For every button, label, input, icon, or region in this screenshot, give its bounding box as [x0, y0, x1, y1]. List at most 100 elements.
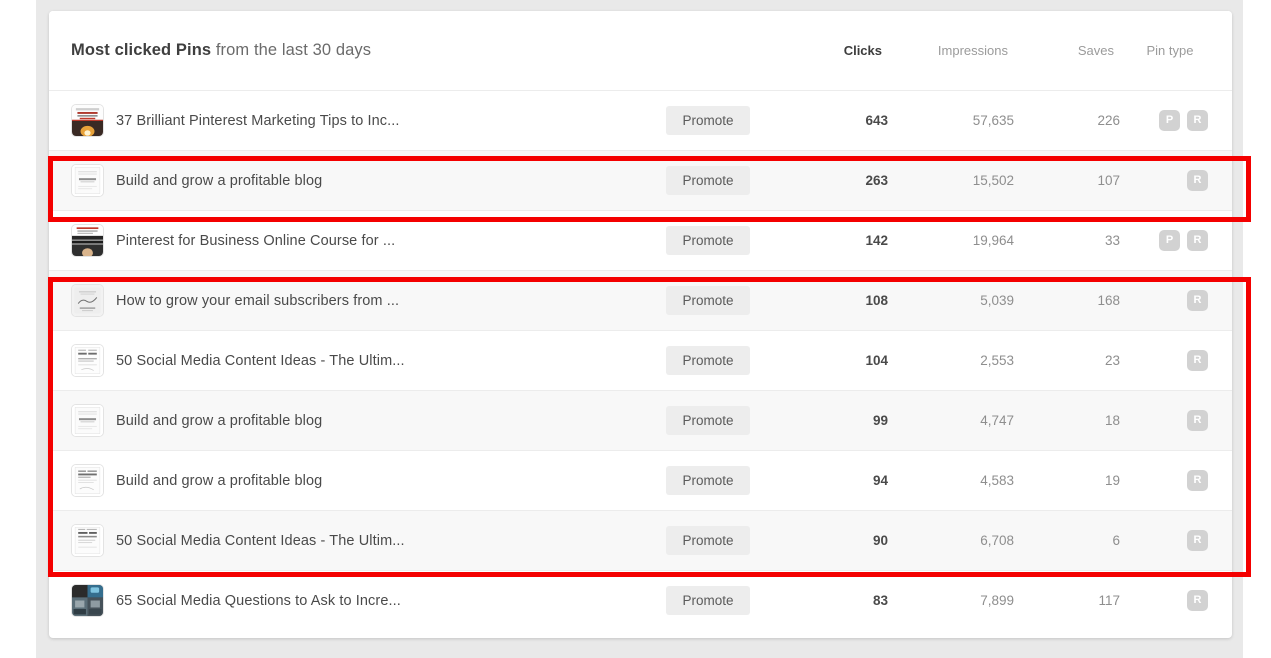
- pin-title[interactable]: Build and grow a profitable blog: [116, 173, 322, 189]
- table-row[interactable]: How to grow your email subscribers from …: [49, 270, 1232, 330]
- cell-clicks: 83: [872, 593, 888, 608]
- promote-cell: Promote: [646, 105, 770, 136]
- promote-cell: Promote: [646, 165, 770, 196]
- pin-thumbnail[interactable]: [71, 284, 104, 317]
- promote-button[interactable]: Promote: [666, 165, 750, 196]
- table-row[interactable]: 65 Social Media Questions to Ask to Incr…: [49, 570, 1232, 630]
- row-metrics: Promote 643 57,635 226 P R: [646, 105, 1232, 136]
- row-metrics: Promote 90 6,708 6 R: [646, 525, 1232, 556]
- pin-type-badge-rich: R: [1187, 170, 1208, 191]
- table-row[interactable]: Build and grow a profitable blog Promote 2…: [49, 150, 1232, 210]
- promote-button[interactable]: Promote: [666, 405, 750, 436]
- pin-thumbnail[interactable]: [71, 344, 104, 377]
- pin-title[interactable]: How to grow your email subscribers from …: [116, 293, 399, 309]
- pin-type-badge-rich: R: [1187, 530, 1208, 551]
- cell-clicks: 90: [872, 533, 888, 548]
- pin-title[interactable]: 50 Social Media Content Ideas - The Ulti…: [116, 533, 405, 549]
- cell-impressions: 4,583: [980, 473, 1014, 488]
- pin-list: 37 Brilliant Pinterest Marketing Tips to…: [49, 90, 1232, 630]
- column-header-impressions[interactable]: Impressions: [882, 43, 1008, 58]
- cell-pin-type: R: [1120, 290, 1232, 311]
- page-title: Most clicked Pins from the last 30 days: [71, 41, 371, 60]
- cell-saves: 18: [1104, 413, 1120, 428]
- promote-cell: Promote: [646, 405, 770, 436]
- table-row[interactable]: Build and grow a profitable blog Promote 9…: [49, 450, 1232, 510]
- cell-clicks: 643: [865, 113, 888, 128]
- promote-cell: Promote: [646, 585, 770, 616]
- most-clicked-pins-card: Most clicked Pins from the last 30 days …: [49, 11, 1232, 638]
- pin-thumbnail[interactable]: [71, 164, 104, 197]
- pin-thumbnail[interactable]: [71, 104, 104, 137]
- cell-pin-type: R: [1120, 530, 1232, 551]
- cell-saves: 117: [1098, 593, 1120, 608]
- cell-impressions: 19,964: [972, 233, 1014, 248]
- cell-saves: 107: [1097, 173, 1120, 188]
- cell-pin-type: PR: [1120, 110, 1232, 131]
- pin-title[interactable]: Build and grow a profitable blog: [116, 413, 322, 429]
- promote-cell: Promote: [646, 525, 770, 556]
- table-row[interactable]: Pinterest for Business Online Course for…: [49, 210, 1232, 270]
- page-title-light: from the last 30 days: [211, 41, 372, 59]
- cell-clicks: 94: [872, 473, 888, 488]
- cell-impressions: 57,635: [972, 113, 1014, 128]
- cell-pin-type: R: [1120, 410, 1232, 431]
- pin-type-badge-rich: R: [1187, 110, 1208, 131]
- row-metrics: Promote 104 2,553 23 R: [646, 345, 1232, 376]
- row-metrics: Promote 142 19,964 33 P R: [646, 225, 1232, 256]
- cell-saves: 23: [1104, 353, 1120, 368]
- pin-thumbnail[interactable]: [71, 224, 104, 257]
- card-header: Most clicked Pins from the last 30 days …: [49, 11, 1232, 90]
- pin-type-badge-rich: R: [1187, 290, 1208, 311]
- row-metrics: Promote 99 4,747 18 R: [646, 405, 1232, 436]
- pin-type-badge-rich: R: [1187, 350, 1208, 371]
- pin-type-badge-rich: R: [1187, 410, 1208, 431]
- promote-button[interactable]: Promote: [666, 345, 750, 376]
- page-title-strong: Most clicked Pins: [71, 41, 212, 59]
- pin-thumbnail[interactable]: [71, 404, 104, 437]
- promote-cell: Promote: [646, 285, 770, 316]
- promote-cell: Promote: [646, 345, 770, 376]
- cell-impressions: 7,899: [980, 593, 1014, 608]
- pin-type-badge-rich: R: [1187, 470, 1208, 491]
- pin-title[interactable]: Pinterest for Business Online Course for…: [116, 233, 395, 249]
- table-row[interactable]: 37 Brilliant Pinterest Marketing Tips to…: [49, 90, 1232, 150]
- cell-clicks: 104: [865, 353, 888, 368]
- pin-type-badge-promoted: P: [1159, 110, 1180, 131]
- row-metrics: Promote 108 5,039 168 R: [646, 285, 1232, 316]
- promote-button[interactable]: Promote: [666, 225, 750, 256]
- column-headers: Clicks Impressions Saves Pin type: [764, 11, 1232, 90]
- cell-saves: 6: [1112, 533, 1120, 548]
- table-row[interactable]: 50 Social Media Content Ideas - The Ulti…: [49, 510, 1232, 570]
- table-row[interactable]: Build and grow a profitable blog Promote 9…: [49, 390, 1232, 450]
- cell-clicks: 108: [865, 293, 888, 308]
- column-header-saves[interactable]: Saves: [1008, 43, 1114, 58]
- cell-impressions: 6,708: [980, 533, 1014, 548]
- promote-button[interactable]: Promote: [666, 525, 750, 556]
- cell-saves: 33: [1104, 233, 1120, 248]
- column-header-clicks[interactable]: Clicks: [764, 43, 882, 58]
- row-metrics: Promote 94 4,583 19 R: [646, 465, 1232, 496]
- cell-pin-type: R: [1120, 350, 1232, 371]
- cell-saves: 168: [1097, 293, 1120, 308]
- promote-button[interactable]: Promote: [666, 285, 750, 316]
- promote-button[interactable]: Promote: [666, 105, 750, 136]
- promote-button[interactable]: Promote: [666, 465, 750, 496]
- pin-type-badge-promoted: P: [1159, 230, 1180, 251]
- pin-title[interactable]: 37 Brilliant Pinterest Marketing Tips to…: [116, 113, 400, 129]
- pin-title[interactable]: 65 Social Media Questions to Ask to Incr…: [116, 593, 401, 609]
- cell-saves: 19: [1104, 473, 1120, 488]
- cell-impressions: 2,553: [980, 353, 1014, 368]
- cell-pin-type: PR: [1120, 230, 1232, 251]
- pin-thumbnail[interactable]: [71, 524, 104, 557]
- pin-title[interactable]: 50 Social Media Content Ideas - The Ulti…: [116, 353, 405, 369]
- row-metrics: Promote 263 15,502 107 R: [646, 165, 1232, 196]
- cell-impressions: 15,502: [972, 173, 1014, 188]
- pin-thumbnail[interactable]: [71, 464, 104, 497]
- cell-saves: 226: [1097, 113, 1120, 128]
- table-row[interactable]: 50 Social Media Content Ideas - The Ulti…: [49, 330, 1232, 390]
- cell-impressions: 5,039: [980, 293, 1014, 308]
- pin-thumbnail[interactable]: [71, 584, 104, 617]
- pin-title[interactable]: Build and grow a profitable blog: [116, 473, 322, 489]
- row-metrics: Promote 83 7,899 117 R: [646, 585, 1232, 616]
- promote-button[interactable]: Promote: [666, 585, 750, 616]
